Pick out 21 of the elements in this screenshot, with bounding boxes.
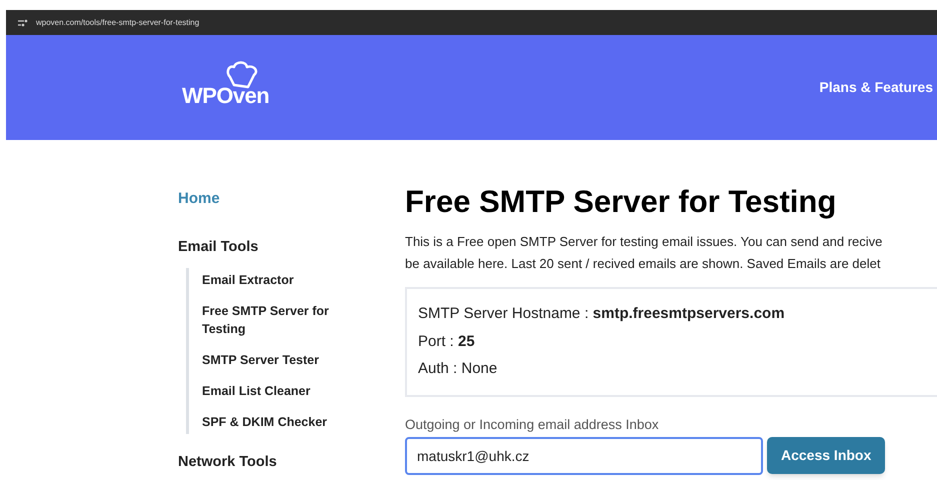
access-inbox-button[interactable]: Access Inbox	[767, 437, 886, 474]
info-line: Port : 25	[418, 332, 475, 352]
info-line: SMTP Server Hostname : smtp.freesmtpservers.com	[418, 304, 785, 324]
section-title[interactable]: Network Tools	[178, 452, 358, 474]
email-input-field[interactable]: matuskr1@uhk.cz	[405, 436, 763, 475]
sidebar-link[interactable]: Email List Cleaner	[202, 382, 346, 400]
sidebar-link[interactable]: Free SMTP Server for Testing	[202, 302, 346, 338]
logo-text[interactable]: WPOven	[182, 84, 270, 106]
section-title[interactable]: Email Tools	[178, 236, 358, 258]
info-line: Auth : None	[418, 359, 498, 379]
page-title: Free SMTP Server for Testing	[405, 186, 838, 217]
home-link[interactable]: Home	[178, 188, 358, 210]
sidebar-link[interactable]: Email Extractor	[202, 271, 346, 290]
description-line: This is a Free open SMTP Server for testing email issues. You can send and recive	[405, 233, 884, 251]
sidebar-link[interactable]: SMTP Server Tester	[202, 351, 346, 370]
inbox-label: Outgoing or Incoming email address Inbox	[405, 416, 659, 434]
site-settings-icon[interactable]	[18, 18, 28, 26]
sidebar-link[interactable]: SPF & DKIM Checker	[202, 413, 346, 432]
description-line: be available here. Last 20 sent / recived emails are shown. Saved Emails are delet	[405, 255, 882, 273]
nav-link[interactable]: Plans & Features	[819, 77, 933, 98]
url-text[interactable]: wpoven.com/tools/free-smtp-server-for-testing	[36, 16, 200, 28]
